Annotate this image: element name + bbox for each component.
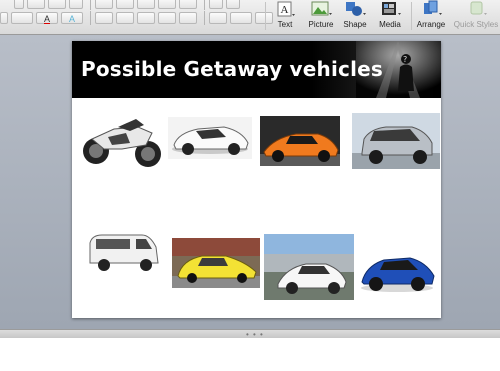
bullets-button[interactable]: [95, 0, 113, 9]
align-center-button[interactable]: [116, 12, 134, 24]
shape-tool-button[interactable]: Shape: [340, 0, 370, 34]
grow-font-button[interactable]: [27, 0, 45, 9]
text-direction-button[interactable]: [230, 12, 252, 24]
slide-title[interactable]: Possible Getaway vehicles: [72, 57, 392, 81]
white-van-photo[interactable]: [86, 229, 162, 275]
arrange-tool-label: Arrange: [416, 20, 446, 29]
highlight-icon[interactable]: [0, 12, 8, 24]
text-effects-button[interactable]: A: [61, 12, 83, 24]
line-spacing-button[interactable]: [209, 12, 227, 24]
arrange-icon: [424, 0, 442, 15]
orange-supercar-photo[interactable]: [260, 116, 340, 166]
shape-fill-button[interactable]: [226, 0, 240, 9]
divider: [204, 11, 205, 25]
notes-pane[interactable]: [0, 338, 500, 371]
slide-editing-area: ? Possible Getaway vehicles: [0, 35, 500, 329]
font-size-down-button[interactable]: [14, 0, 24, 9]
picture-icon: [311, 1, 332, 16]
ribbon-toolbar: A A A Text Picture Shape Media Arrange Q…: [0, 0, 500, 35]
sports-car-icon: [168, 117, 252, 159]
shape-icon: [346, 2, 366, 16]
justify-button[interactable]: [158, 12, 176, 24]
divider: [204, 0, 205, 10]
text-tool-label: Text: [277, 20, 293, 29]
align-right-button[interactable]: [137, 12, 155, 24]
character-spacing-button[interactable]: [11, 12, 33, 24]
supercar-icon: [260, 116, 340, 166]
media-tool-label: Media: [379, 20, 401, 29]
text-box-icon: A: [277, 1, 295, 17]
ribbon-format-row-2: A A: [0, 11, 276, 25]
divider: [90, 0, 91, 10]
media-tool-button[interactable]: Media: [374, 0, 406, 34]
font-color-button[interactable]: A: [36, 12, 58, 24]
quick-styles-icon: [470, 1, 487, 15]
hybrid-car-icon: [264, 234, 354, 300]
current-slide[interactable]: ? Possible Getaway vehicles: [72, 41, 441, 318]
divider: [411, 2, 412, 30]
quick-styles-tool-button[interactable]: Quick Styles: [452, 0, 500, 34]
clear-format-button[interactable]: [69, 0, 83, 9]
outdent-button[interactable]: [158, 0, 176, 9]
svg-text:?: ?: [403, 55, 407, 64]
suv-icon: [352, 113, 440, 169]
align-left-button[interactable]: [95, 12, 113, 24]
title-banner: ? Possible Getaway vehicles: [72, 41, 441, 98]
silver-suv-photo[interactable]: [352, 113, 440, 169]
three-wheeler-icon: [172, 238, 260, 288]
hatchback-icon: [356, 240, 438, 298]
svg-text:A: A: [281, 4, 289, 16]
motorcycle-icon: [78, 109, 168, 172]
motorcycle-photo[interactable]: [78, 109, 168, 172]
picture-tool-button[interactable]: Picture: [303, 0, 339, 34]
white-sports-car-photo[interactable]: [168, 117, 252, 159]
picture-tool-label: Picture: [308, 20, 334, 29]
divider: [90, 11, 91, 25]
yellow-three-wheeler-photo[interactable]: [172, 238, 260, 288]
shape-tool-label: Shape: [343, 20, 367, 29]
distribute-button[interactable]: [179, 12, 197, 24]
indent-button[interactable]: [137, 0, 155, 9]
font-color-icon: A: [43, 14, 50, 24]
columns-button[interactable]: [179, 0, 197, 9]
numbering-button[interactable]: [116, 0, 134, 9]
blue-hatchback-photo[interactable]: [356, 240, 438, 298]
text-box-button[interactable]: [209, 0, 223, 9]
arrange-tool-button[interactable]: Arrange: [414, 0, 448, 34]
ribbon-format-row-1: [0, 0, 243, 10]
text-effects-icon: A: [68, 14, 75, 24]
van-icon: [86, 229, 162, 275]
divider: [265, 2, 266, 30]
media-icon: [382, 2, 401, 15]
shrink-font-button[interactable]: [48, 0, 66, 9]
white-hybrid-car-photo[interactable]: [264, 234, 354, 300]
text-tool-button[interactable]: A Text: [270, 0, 300, 34]
pane-splitter[interactable]: • • •: [0, 329, 500, 339]
quick-styles-tool-label: Quick Styles: [453, 20, 499, 29]
